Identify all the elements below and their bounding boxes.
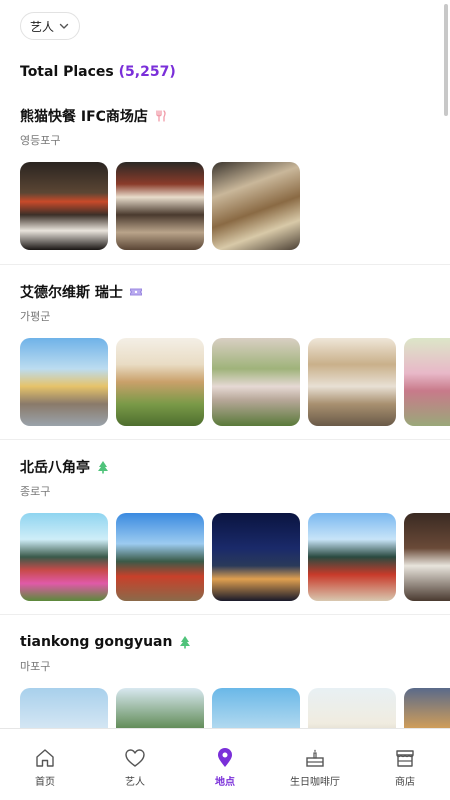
ticket-icon (129, 285, 143, 299)
divider (0, 439, 450, 440)
tab-label: 首页 (35, 777, 55, 788)
place-district: 가평군 (20, 310, 51, 323)
tab-store[interactable]: 商店 (360, 747, 450, 788)
artist-filter-dropdown[interactable]: 艺人 (20, 12, 80, 40)
tab-home[interactable]: 首页 (0, 747, 90, 788)
tab-label: 艺人 (125, 777, 145, 788)
place-name: tiankong gongyuan (20, 634, 173, 650)
tree-icon (178, 635, 192, 649)
place-photo[interactable] (308, 513, 396, 601)
tab-places[interactable]: 地点 (180, 747, 270, 788)
chevron-down-icon (59, 23, 69, 29)
place-card[interactable]: 熊猫快餐 IFC商场店 영등포구 (0, 106, 450, 250)
restaurant-icon (154, 109, 168, 123)
place-district: 영등포구 (20, 134, 61, 147)
place-photo[interactable] (212, 162, 300, 250)
place-photo[interactable] (212, 338, 300, 426)
tab-label: 地点 (215, 777, 235, 788)
home-icon (36, 749, 54, 767)
place-photo[interactable] (404, 338, 450, 426)
total-count: (5,257) (118, 64, 176, 80)
place-photo[interactable] (116, 338, 204, 426)
place-photo[interactable] (308, 338, 396, 426)
place-name: 熊猫快餐 IFC商场店 (20, 109, 148, 125)
place-photo[interactable] (212, 513, 300, 601)
scrollbar[interactable] (444, 4, 448, 116)
place-district: 마포구 (20, 660, 51, 673)
place-photo[interactable] (20, 162, 108, 250)
total-label: Total Places (20, 64, 114, 80)
place-photo[interactable] (116, 162, 204, 250)
place-name: 艾德尔维斯 瑞士 (20, 285, 123, 301)
tree-icon (96, 460, 110, 474)
place-photo[interactable] (404, 513, 450, 601)
tab-label: 商店 (395, 777, 415, 788)
place-district: 종로구 (20, 485, 51, 498)
tab-label: 生日咖啡厅 (290, 777, 340, 788)
place-photo[interactable] (20, 338, 108, 426)
location-pin-icon (218, 748, 232, 767)
place-photo[interactable] (116, 513, 204, 601)
filter-label: 艺人 (29, 19, 54, 34)
place-photo[interactable] (20, 513, 108, 601)
store-icon (396, 750, 414, 767)
divider (0, 614, 450, 615)
place-name: 北岳八角亭 (20, 460, 90, 476)
total-places: Total Places (5,257) (20, 64, 176, 80)
place-card[interactable]: 北岳八角亭 종로구 (0, 457, 450, 601)
cake-icon (306, 749, 324, 767)
heart-icon (125, 749, 145, 767)
place-card[interactable]: 艾德尔维斯 瑞士 가평군 (0, 282, 450, 426)
tab-birthday-cafe[interactable]: 生日咖啡厅 (270, 747, 360, 788)
tab-artist[interactable]: 艺人 (90, 747, 180, 788)
divider (0, 264, 450, 265)
bottom-tab-bar: 首页 艺人 地点 生日咖啡厅 商店 (0, 728, 450, 800)
